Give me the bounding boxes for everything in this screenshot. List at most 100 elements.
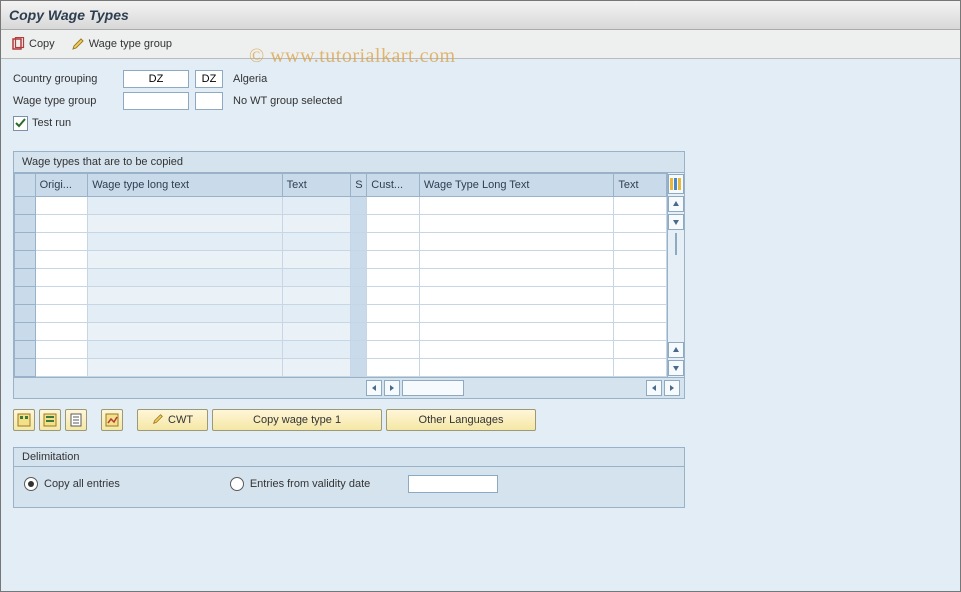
table-row[interactable] bbox=[15, 287, 667, 305]
cell-s[interactable] bbox=[351, 197, 367, 215]
cell-wt-long-text-2[interactable] bbox=[419, 269, 613, 287]
wage-type-group-input[interactable] bbox=[123, 92, 189, 110]
cell-wt-long-text-2[interactable] bbox=[419, 215, 613, 233]
icon-button-2[interactable] bbox=[39, 409, 61, 431]
cell-cust[interactable] bbox=[367, 197, 420, 215]
cell-text-2[interactable] bbox=[614, 215, 667, 233]
cell-cust[interactable] bbox=[367, 251, 420, 269]
row-selector-header[interactable] bbox=[15, 174, 36, 197]
cell-wt-long-text-2[interactable] bbox=[419, 359, 613, 377]
cell-text-1[interactable] bbox=[282, 233, 351, 251]
cell-text-1[interactable] bbox=[282, 341, 351, 359]
table-row[interactable] bbox=[15, 269, 667, 287]
wage-type-group-button[interactable]: Wage type group bbox=[71, 37, 172, 51]
table-row[interactable] bbox=[15, 233, 667, 251]
cell-cust[interactable] bbox=[367, 233, 420, 251]
cell-text-2[interactable] bbox=[614, 305, 667, 323]
hscroll-left2-icon[interactable] bbox=[646, 380, 662, 396]
row-selector[interactable] bbox=[15, 287, 36, 305]
cell-origi[interactable] bbox=[35, 197, 88, 215]
cell-wt-long-text-2[interactable] bbox=[419, 251, 613, 269]
cell-wt-long-text-2[interactable] bbox=[419, 305, 613, 323]
cell-wt-long-text-2[interactable] bbox=[419, 233, 613, 251]
cell-cust[interactable] bbox=[367, 323, 420, 341]
cell-cust[interactable] bbox=[367, 341, 420, 359]
col-cust[interactable]: Cust... bbox=[367, 174, 420, 197]
cell-s[interactable] bbox=[351, 251, 367, 269]
cell-origi[interactable] bbox=[35, 287, 88, 305]
cell-text-1[interactable] bbox=[282, 251, 351, 269]
icon-button-4[interactable] bbox=[101, 409, 123, 431]
cell-s[interactable] bbox=[351, 287, 367, 305]
cell-text-2[interactable] bbox=[614, 359, 667, 377]
cell-s[interactable] bbox=[351, 305, 367, 323]
row-selector[interactable] bbox=[15, 251, 36, 269]
cell-s[interactable] bbox=[351, 269, 367, 287]
hscroll-right2-icon[interactable] bbox=[664, 380, 680, 396]
cell-text-2[interactable] bbox=[614, 233, 667, 251]
cell-text-2[interactable] bbox=[614, 287, 667, 305]
cell-text-2[interactable] bbox=[614, 341, 667, 359]
cell-origi[interactable] bbox=[35, 359, 88, 377]
cell-wt-long-text-2[interactable] bbox=[419, 197, 613, 215]
cell-text-2[interactable] bbox=[614, 269, 667, 287]
copy-wage-type-1-button[interactable]: Copy wage type 1 bbox=[212, 409, 382, 431]
cell-s[interactable] bbox=[351, 233, 367, 251]
table-row[interactable] bbox=[15, 215, 667, 233]
cell-text-1[interactable] bbox=[282, 359, 351, 377]
row-selector[interactable] bbox=[15, 215, 36, 233]
cell-wt-long-text-1[interactable] bbox=[88, 341, 282, 359]
scroll-up2-icon[interactable] bbox=[668, 342, 684, 358]
cell-wt-long-text-1[interactable] bbox=[88, 305, 282, 323]
cell-origi[interactable] bbox=[35, 305, 88, 323]
vertical-scrollbar[interactable] bbox=[667, 173, 684, 377]
cell-s[interactable] bbox=[351, 215, 367, 233]
column-settings-icon[interactable] bbox=[668, 174, 684, 194]
row-selector[interactable] bbox=[15, 359, 36, 377]
cell-wt-long-text-1[interactable] bbox=[88, 269, 282, 287]
cell-wt-long-text-1[interactable] bbox=[88, 233, 282, 251]
cell-cust[interactable] bbox=[367, 305, 420, 323]
cell-wt-long-text-2[interactable] bbox=[419, 323, 613, 341]
row-selector[interactable] bbox=[15, 341, 36, 359]
cell-s[interactable] bbox=[351, 341, 367, 359]
cell-text-1[interactable] bbox=[282, 215, 351, 233]
wage-type-group-code-input[interactable] bbox=[195, 92, 223, 110]
cell-text-1[interactable] bbox=[282, 287, 351, 305]
col-text-1[interactable]: Text bbox=[282, 174, 351, 197]
cell-text-2[interactable] bbox=[614, 197, 667, 215]
cell-origi[interactable] bbox=[35, 251, 88, 269]
cell-cust[interactable] bbox=[367, 215, 420, 233]
cwt-button[interactable]: CWT bbox=[137, 409, 208, 431]
col-text-2[interactable]: Text bbox=[614, 174, 667, 197]
cell-cust[interactable] bbox=[367, 269, 420, 287]
col-wt-long-text-1[interactable]: Wage type long text bbox=[88, 174, 282, 197]
cell-wt-long-text-1[interactable] bbox=[88, 287, 282, 305]
table-row[interactable] bbox=[15, 251, 667, 269]
entries-from-validity-date-option[interactable]: Entries from validity date bbox=[230, 477, 370, 491]
cell-cust[interactable] bbox=[367, 359, 420, 377]
cell-origi[interactable] bbox=[35, 269, 88, 287]
row-selector[interactable] bbox=[15, 305, 36, 323]
cell-origi[interactable] bbox=[35, 323, 88, 341]
icon-button-3[interactable] bbox=[65, 409, 87, 431]
scroll-down-icon[interactable] bbox=[668, 214, 684, 230]
hscroll-right-icon[interactable] bbox=[384, 380, 400, 396]
hscroll-left-icon[interactable] bbox=[366, 380, 382, 396]
table-row[interactable] bbox=[15, 197, 667, 215]
row-selector[interactable] bbox=[15, 323, 36, 341]
horizontal-scrollbar[interactable] bbox=[14, 377, 684, 398]
table-row[interactable] bbox=[15, 305, 667, 323]
cell-origi[interactable] bbox=[35, 341, 88, 359]
table-row[interactable] bbox=[15, 359, 667, 377]
cell-origi[interactable] bbox=[35, 215, 88, 233]
test-run-checkbox[interactable] bbox=[13, 116, 28, 131]
cell-wt-long-text-1[interactable] bbox=[88, 251, 282, 269]
cell-text-1[interactable] bbox=[282, 323, 351, 341]
scroll-thumb[interactable] bbox=[675, 233, 677, 255]
col-wt-long-text-2[interactable]: Wage Type Long Text bbox=[419, 174, 613, 197]
cell-wt-long-text-1[interactable] bbox=[88, 197, 282, 215]
row-selector[interactable] bbox=[15, 269, 36, 287]
cell-text-1[interactable] bbox=[282, 269, 351, 287]
cell-text-1[interactable] bbox=[282, 305, 351, 323]
